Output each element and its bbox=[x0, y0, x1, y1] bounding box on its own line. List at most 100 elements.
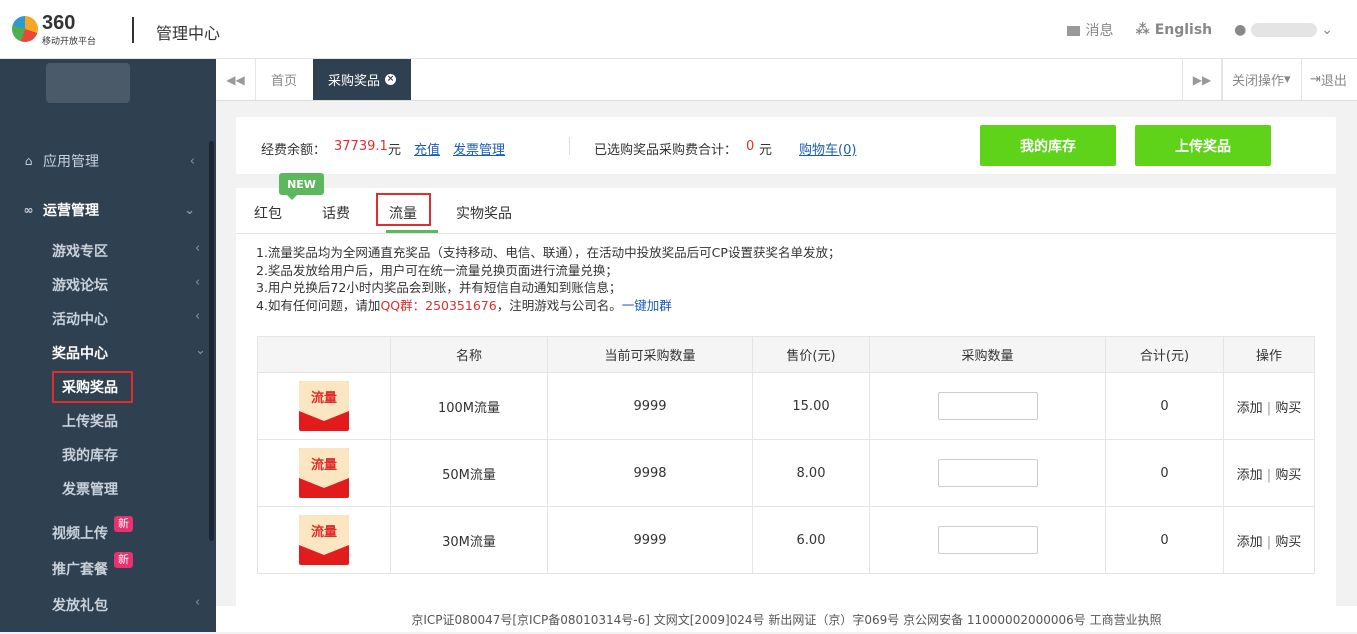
total: 0 bbox=[1105, 506, 1224, 574]
tab-huafei[interactable]: 话费 bbox=[322, 203, 350, 223]
logo[interactable]: 360 移动开放平台 bbox=[12, 12, 107, 47]
sidebar-item-my-stock[interactable]: 我的库存 bbox=[62, 445, 118, 465]
sidebar-item-app-mgmt[interactable]: ⌂ 应用管理 ‹ bbox=[0, 151, 209, 171]
funds-panel: 经费余额： 37739.1 元 充值 发票管理 已选购奖品采购费合计： 0 元 … bbox=[236, 117, 1336, 174]
sidebar-item-upload-prize[interactable]: 上传奖品 bbox=[62, 411, 118, 431]
divider bbox=[569, 137, 570, 155]
my-stock-button[interactable]: 我的库存 bbox=[980, 125, 1116, 166]
highlight-box bbox=[376, 193, 431, 226]
price: 6.00 bbox=[752, 506, 870, 574]
chevron-left-icon: ‹ bbox=[195, 241, 201, 256]
note-1: 1.流量奖品均为全网通直充奖品（支持移动、电信、联通），在活动中投放奖品后可CP… bbox=[256, 245, 841, 260]
sidebar-item-promo[interactable]: 推广套餐 bbox=[52, 559, 108, 579]
price: 8.00 bbox=[752, 439, 870, 507]
notes: 1.流量奖品均为全网通直充奖品（支持移动、电信、联通），在活动中投放奖品后可CP… bbox=[256, 244, 840, 314]
sidebar-item-activity[interactable]: 活动中心 bbox=[52, 309, 108, 329]
price: 15.00 bbox=[752, 372, 870, 440]
sidebar-item-invoice[interactable]: 发票管理 bbox=[62, 479, 118, 499]
new-tag: NEW bbox=[279, 173, 324, 200]
col-header: 采购数量 bbox=[869, 336, 1106, 373]
top-bar: 360 移动开放平台 管理中心 消息 ⁂ English ● ⌄ bbox=[0, 0, 1357, 59]
cart-link[interactable]: 购物车(0) bbox=[799, 139, 856, 158]
sidebar-item-ops-mgmt[interactable]: ∞ 运营管理 ⌄ bbox=[0, 200, 209, 220]
highlight-box bbox=[52, 371, 133, 403]
tab-scroll-left-button[interactable]: ◀◀ bbox=[216, 59, 256, 100]
selected-total-value: 0 bbox=[746, 139, 755, 154]
qty-cell bbox=[869, 439, 1106, 507]
note-4: 4.如有任何问题，请加QQ群：250351676，注明游戏与公司名。一键加群 bbox=[256, 297, 672, 313]
sidebar-scrollbar[interactable] bbox=[209, 141, 214, 541]
user-icon: ● bbox=[1234, 22, 1247, 38]
new-badge: 新 bbox=[114, 516, 133, 532]
tab-buy-prize[interactable]: 采购奖品 × bbox=[313, 59, 412, 100]
new-badge: 新 bbox=[114, 552, 133, 568]
separator: | bbox=[1266, 534, 1272, 550]
logout-button[interactable]: ⇥ 退出 bbox=[1301, 59, 1355, 100]
join-group-link[interactable]: 一键加群 bbox=[622, 298, 672, 313]
purchase-qty-input[interactable] bbox=[937, 459, 1038, 487]
home-icon: ⌂ bbox=[24, 154, 33, 168]
sign-out-icon: ⇥ bbox=[1310, 72, 1321, 87]
total: 0 bbox=[1105, 372, 1224, 440]
col-header: 售价(元) bbox=[752, 336, 870, 373]
close-ops-dropdown[interactable]: 关闭操作 ▾ bbox=[1222, 59, 1300, 100]
add-button[interactable]: 添加 bbox=[1237, 535, 1263, 550]
forward-icon: ▶▶ bbox=[1192, 72, 1212, 87]
col-header: 操作 bbox=[1223, 336, 1315, 373]
user-menu[interactable]: ● ⌄ bbox=[1234, 22, 1333, 38]
chevron-down-icon: ⌄ bbox=[184, 202, 195, 218]
gamepad-icon: ∞ bbox=[23, 203, 34, 217]
prize-name: 50M流量 bbox=[390, 439, 548, 507]
account-avatar-redacted bbox=[46, 63, 130, 103]
messages-link[interactable]: 消息 bbox=[1067, 20, 1113, 40]
actions-cell: 添加 | 购买 bbox=[1223, 506, 1315, 574]
logo-subtitle: 移动开放平台 bbox=[42, 37, 97, 47]
header-divider bbox=[132, 17, 134, 43]
chevron-left-icon: ‹ bbox=[195, 275, 201, 290]
prize-type-tabs: 红包 话费 流量 实物奖品 bbox=[236, 188, 1336, 234]
chevron-down-icon: ⌄ bbox=[1321, 22, 1333, 38]
sidebar-item-gift[interactable]: 发放礼包 bbox=[52, 595, 108, 615]
balance-value: 37739.1 bbox=[334, 139, 388, 154]
purchase-qty-input[interactable] bbox=[937, 392, 1038, 420]
separator: | bbox=[1266, 400, 1272, 416]
note-2: 2.奖品发放给用户后，用户可在统一流量兑换页面进行流量兑换； bbox=[256, 262, 618, 278]
footer: 京ICP证080047号[京ICP备08010314号-6] 文网文[2009]… bbox=[216, 606, 1357, 632]
sidebar-item-video-upload[interactable]: 视频上传 bbox=[52, 523, 108, 543]
available-qty: 9998 bbox=[547, 439, 753, 507]
prize-envelope-icon: 流量 bbox=[299, 381, 349, 431]
tab-scroll-right-button[interactable]: ▶▶ bbox=[1182, 59, 1222, 100]
buy-button[interactable]: 购买 bbox=[1275, 535, 1301, 550]
invoice-link[interactable]: 发票管理 bbox=[453, 139, 505, 158]
buy-button[interactable]: 购买 bbox=[1275, 468, 1301, 483]
close-icon[interactable]: × bbox=[385, 74, 397, 85]
header-actions: 消息 ⁂ English ● ⌄ bbox=[1067, 20, 1333, 40]
actions-cell: 添加 | 购买 bbox=[1223, 372, 1315, 440]
note-3: 3.用户兑换后72小时内奖品会到账，并有短信自动通知到账信息； bbox=[256, 280, 622, 295]
chevron-left-icon: ‹ bbox=[195, 595, 201, 610]
col-header: 合计(元) bbox=[1105, 336, 1224, 373]
page-title: 管理中心 bbox=[156, 24, 221, 43]
active-tab-underline bbox=[386, 230, 438, 233]
actions-cell: 添加 | 购买 bbox=[1223, 439, 1315, 507]
sidebar-item-game-zone[interactable]: 游戏专区 bbox=[52, 241, 108, 261]
language-switch[interactable]: ⁂ English bbox=[1135, 22, 1212, 38]
add-button[interactable]: 添加 bbox=[1237, 468, 1263, 483]
tab-shiwu[interactable]: 实物奖品 bbox=[456, 203, 512, 223]
sidebar: ⌂ 应用管理 ‹ ∞ 运营管理 ⌄ 游戏专区 ‹ 游戏论坛 ‹ 活动中心 ‹ 奖品中心 … bbox=[0, 59, 216, 632]
tab-home[interactable]: 首页 bbox=[256, 59, 312, 100]
recharge-link[interactable]: 充值 bbox=[414, 139, 440, 158]
sidebar-item-game-forum[interactable]: 游戏论坛 bbox=[52, 275, 108, 295]
tab-hongbao[interactable]: 红包 bbox=[254, 203, 282, 223]
sitemap-icon: ⁂ bbox=[1135, 22, 1155, 38]
purchase-qty-input[interactable] bbox=[937, 526, 1038, 554]
add-button[interactable]: 添加 bbox=[1237, 401, 1263, 416]
balance-unit: 元 bbox=[388, 143, 402, 158]
prize-image-cell: 流量 bbox=[257, 506, 391, 574]
upload-prize-button[interactable]: 上传奖品 bbox=[1135, 125, 1271, 166]
separator: | bbox=[1266, 467, 1272, 483]
buy-button[interactable]: 购买 bbox=[1275, 401, 1301, 416]
table-row: 流量 30M流量 9999 6.00 0 添加 | 购买 bbox=[257, 506, 1315, 574]
sidebar-item-prize-center[interactable]: 奖品中心 bbox=[52, 343, 108, 363]
col-header: 名称 bbox=[390, 336, 548, 373]
